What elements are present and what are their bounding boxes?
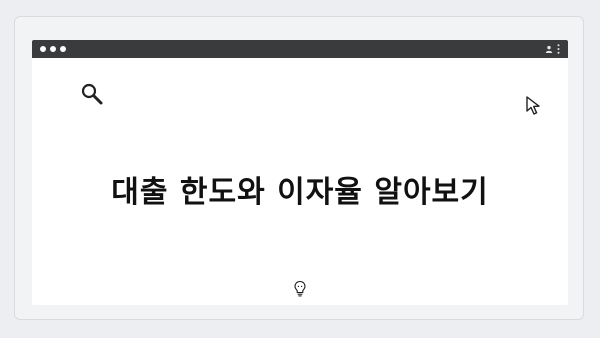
browser-window: 대출 한도와 이자율 알아보기 [32,40,568,305]
user-icon[interactable] [545,45,553,53]
search-icon[interactable] [80,82,104,106]
lightbulb-icon [293,280,307,298]
maximize-button[interactable] [60,46,66,52]
page-content: 대출 한도와 이자율 알아보기 [32,58,568,305]
close-button[interactable] [40,46,46,52]
window-controls [40,46,66,52]
page-title: 대출 한도와 이자율 알아보기 [111,175,489,210]
cursor-icon [524,95,546,117]
window-titlebar [32,40,568,58]
titlebar-actions [545,44,560,54]
minimize-button[interactable] [50,46,56,52]
kebab-menu-icon[interactable] [557,44,560,54]
